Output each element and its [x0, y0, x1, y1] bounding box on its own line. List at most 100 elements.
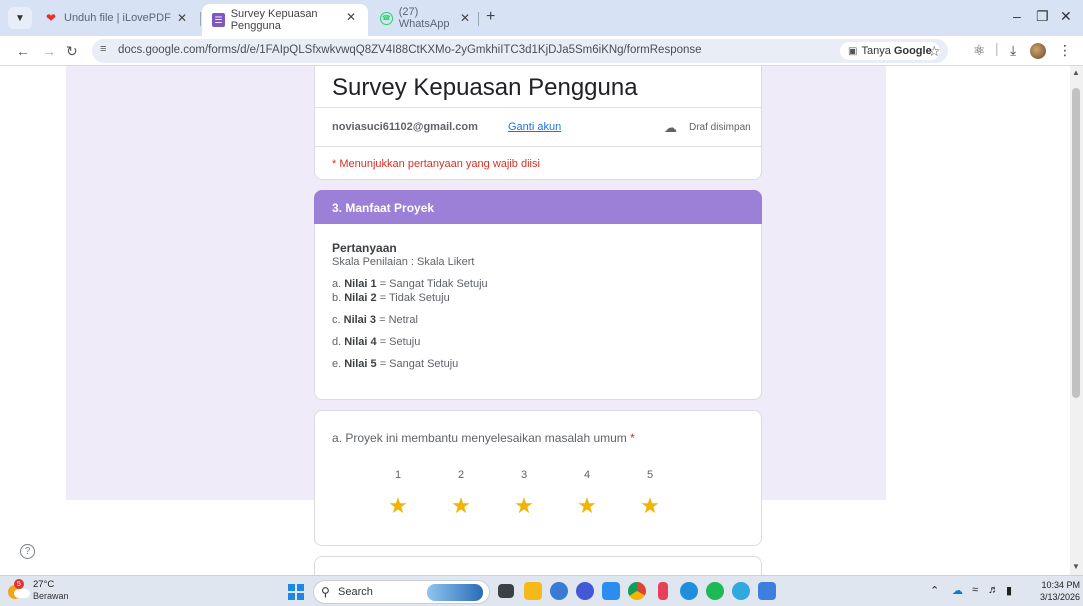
lens-icon: ▣	[848, 45, 858, 57]
draft-status: Draf disimpan	[689, 122, 751, 133]
search-label: Search	[338, 586, 373, 598]
rating-label: 4	[583, 469, 591, 481]
wifi-icon[interactable]: ≈	[972, 584, 978, 596]
rating-label: 1	[394, 469, 402, 481]
volume-icon[interactable]: ♬	[988, 584, 999, 596]
toolbar-divider: |	[995, 40, 999, 56]
rating-label: 2	[457, 469, 465, 481]
star-icon[interactable]: ★	[575, 493, 599, 519]
chevron-up-icon[interactable]: ⌃	[930, 584, 939, 597]
teams-icon[interactable]	[550, 582, 568, 600]
scale-item: b. Nilai 2 = Tidak Setuju	[332, 292, 450, 304]
profile-avatar[interactable]	[1030, 43, 1046, 59]
ask-google-prefix: Tanya	[861, 45, 891, 57]
star-icon[interactable]: ★	[449, 493, 473, 519]
minimize-button[interactable]: –	[1013, 8, 1021, 24]
photos-icon[interactable]	[602, 582, 620, 600]
scroll-thumb[interactable]	[1072, 88, 1080, 398]
close-window-button[interactable]: ✕	[1060, 8, 1072, 25]
whatsapp-icon: ☎	[380, 11, 393, 25]
tab-separator	[200, 12, 201, 26]
app-icon[interactable]	[658, 582, 668, 600]
account-row: noviasuci61102@gmail.com Ganti akun ☁ Dr…	[315, 107, 761, 147]
form-header-card: Survey Kepuasan Pengguna noviasuci61102@…	[314, 66, 762, 180]
heart-icon: ❤	[45, 11, 57, 25]
close-icon[interactable]: ✕	[346, 10, 356, 24]
switch-account-link[interactable]: Ganti akun	[508, 121, 561, 133]
app-icon[interactable]	[732, 582, 750, 600]
address-toolbar: ← → ↻ ≡ docs.google.com/forms/d/e/1FAIpQ…	[0, 36, 1083, 66]
download-icon[interactable]: ⤓	[1010, 42, 1016, 59]
tab-separator	[478, 12, 479, 26]
rating-label: 3	[520, 469, 528, 481]
spotify-icon[interactable]	[706, 582, 724, 600]
forms-icon: ☰	[212, 13, 225, 27]
section-description: Pertanyaan Skala Penilaian : Skala Liker…	[332, 241, 488, 371]
scroll-up-arrow-icon[interactable]: ▲	[1072, 68, 1080, 77]
close-icon[interactable]: ✕	[177, 11, 187, 25]
cloud-tray-icon[interactable]: ☁	[952, 584, 963, 597]
ask-google-brand: Google	[893, 45, 932, 57]
required-mark: *	[630, 431, 635, 445]
tab-search-menu-button[interactable]: ▼	[8, 7, 32, 29]
section-heading: Pertanyaan	[332, 241, 397, 255]
scale-item: a. Nilai 1 = Sangat Tidak Setuju	[332, 278, 488, 290]
section-subheading: Skala Penilaian : Skala Likert	[332, 256, 475, 268]
url-bar[interactable]: ≡ docs.google.com/forms/d/e/1FAIpQLSfxwk…	[92, 39, 948, 63]
site-info-icon[interactable]: ≡	[100, 43, 106, 55]
next-question-card	[314, 556, 762, 575]
cloud-saved-icon: ☁	[664, 120, 677, 135]
windows-taskbar: 5 27°C Berawan ⚲ Search ⌃ ☁ ≈ ♬ ▮ 10:34 …	[0, 575, 1083, 606]
forward-button[interactable]: →	[42, 43, 56, 59]
extensions-icon[interactable]: ⚛	[973, 42, 986, 59]
temperature: 27°C	[33, 579, 55, 590]
bookmark-star-icon[interactable]: ☆	[928, 43, 941, 60]
star-icon[interactable]: ★	[638, 493, 662, 519]
weather-condition: Berawan	[33, 591, 69, 601]
scale-item: c. Nilai 3 = Netral	[332, 314, 418, 326]
menu-icon[interactable]: ⋮	[1058, 42, 1072, 59]
ask-google-button[interactable]: ▣ Tanya Google	[840, 42, 940, 60]
page-viewport: Survey Kepuasan Pengguna noviasuci61102@…	[0, 66, 1083, 575]
question-label: a. Proyek ini membantu menyelesaikan mas…	[332, 431, 627, 445]
close-icon[interactable]: ✕	[460, 11, 470, 25]
help-icon[interactable]: ?	[20, 544, 35, 559]
reload-button[interactable]: ↻	[66, 43, 78, 60]
battery-icon[interactable]: ▮	[1006, 584, 1012, 597]
search-highlight-art	[427, 584, 483, 601]
rating-label: 5	[646, 469, 654, 481]
tab-title: Unduh file | iLovePDF	[64, 12, 171, 24]
file-explorer-icon[interactable]	[524, 582, 542, 600]
restore-button[interactable]: ❐	[1036, 8, 1049, 25]
edge-icon[interactable]	[680, 582, 698, 600]
section-card: 3. Manfaat Proyek Pertanyaan Skala Penil…	[314, 190, 762, 400]
app-icon[interactable]	[758, 582, 776, 600]
url-text: docs.google.com/forms/d/e/1FAIpQLSfxwkvw…	[118, 44, 702, 56]
chrome-icon[interactable]	[628, 582, 646, 600]
chat-icon[interactable]	[576, 582, 594, 600]
clock[interactable]: 10:34 PM 3/13/2026	[1040, 579, 1080, 603]
question-text: a. Proyek ini membantu menyelesaikan mas…	[332, 431, 635, 445]
browser-tab-strip: ▼ ❤ Unduh file | iLovePDF ✕ ☰ Survey Kep…	[0, 0, 1083, 36]
windows-start-icon[interactable]	[288, 584, 304, 600]
clock-date: 3/13/2026	[1040, 592, 1081, 602]
tab-ilovepdf[interactable]: ❤ Unduh file | iLovePDF ✕	[34, 5, 199, 31]
taskbar-search[interactable]: ⚲ Search	[313, 580, 490, 604]
weather-icon[interactable]: 5	[8, 579, 30, 599]
scroll-down-arrow-icon[interactable]: ▼	[1072, 562, 1080, 571]
star-icon[interactable]: ★	[386, 493, 410, 519]
scale-item: d. Nilai 4 = Setuju	[332, 336, 421, 348]
tab-title: Survey Kepuasan Pengguna	[230, 8, 318, 32]
back-button[interactable]: ←	[16, 43, 30, 59]
page-scrollbar[interactable]: ▲ ▼	[1070, 66, 1083, 575]
account-email: noviasuci61102@gmail.com	[332, 121, 478, 133]
star-icon[interactable]: ★	[512, 493, 536, 519]
scale-item: e. Nilai 5 = Sangat Setuju	[332, 358, 459, 370]
new-tab-button[interactable]: +	[486, 8, 495, 26]
clock-time: 10:34 PM	[1041, 580, 1080, 590]
required-note: * Menunjukkan pertanyaan yang wajib diis…	[332, 158, 540, 170]
search-icon: ⚲	[321, 585, 330, 599]
question-card: a. Proyek ini membantu menyelesaikan mas…	[314, 410, 762, 546]
tab-survey[interactable]: ☰ Survey Kepuasan Pengguna ✕	[202, 4, 368, 36]
task-view-icon[interactable]	[498, 584, 514, 598]
